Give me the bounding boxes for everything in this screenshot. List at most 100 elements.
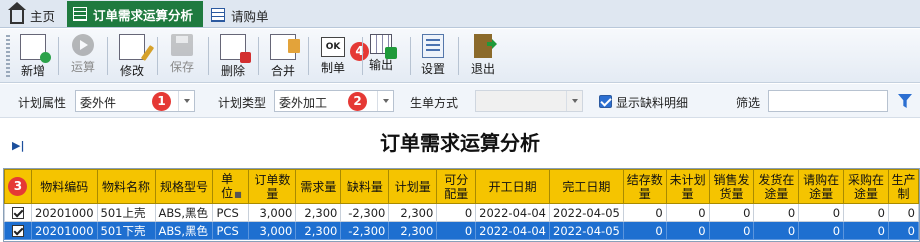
table-row-selected[interactable]: 20201000 501下壳 ABS,黑色 PCS 3,000 2,300 -2… <box>4 221 919 240</box>
plan-attr-value: 委外件 <box>80 96 117 110</box>
table-cell[interactable]: 0 <box>665 203 710 222</box>
table-row[interactable]: 20201000 501上壳 ABS,黑色 PCS 3,000 2,300 -2… <box>4 203 919 222</box>
column-header[interactable]: 物料名称 <box>96 169 156 204</box>
table-cell[interactable]: 20201000 <box>30 221 98 240</box>
settings-button[interactable]: 设置 <box>410 32 456 80</box>
table-cell[interactable]: PCS <box>212 203 250 222</box>
column-header[interactable]: 生产制 <box>887 169 919 204</box>
edit-button[interactable]: 修改 <box>109 32 155 80</box>
column-header[interactable]: 开工日期 <box>475 169 550 204</box>
row-checkbox-cell[interactable] <box>4 203 32 222</box>
tab-label: 请购单 <box>231 8 269 24</box>
toolbar-separator <box>208 37 209 75</box>
table-cell[interactable]: 0 <box>753 203 800 222</box>
table-cell[interactable]: 0 <box>622 203 667 222</box>
toolbar-separator <box>107 37 108 75</box>
table-cell[interactable]: 0 <box>436 221 477 240</box>
filter-bar: 计划属性 委外件 1 计划类型 委外加工 2 生单方式 显示缺料明细 筛选 <box>0 84 920 118</box>
plan-attr-select[interactable]: 委外件 <box>75 90 195 112</box>
plan-type-label: 计划类型 <box>218 96 267 110</box>
table-cell[interactable]: 0 <box>436 203 477 222</box>
table-cell[interactable]: 0 <box>798 203 845 222</box>
exit-button[interactable]: 退出 <box>460 32 506 80</box>
column-header[interactable]: 发货在途量 <box>753 169 800 204</box>
plan-type-select[interactable]: 委外加工 <box>274 90 394 112</box>
grid-header-row: 3 物料编码 物料名称 规格型号 单位■ 订单数量 需求量 缺料量 计划量 可分… <box>4 169 919 204</box>
step-badge-1: 1 <box>152 92 171 111</box>
table-cell[interactable]: 501下壳 <box>96 221 156 240</box>
export-button[interactable]: 输出 <box>358 32 404 80</box>
save-button[interactable]: 保存 <box>159 32 205 80</box>
column-header[interactable]: 订单数量 <box>248 169 297 204</box>
edit-button-label: 修改 <box>119 64 144 78</box>
chevron-down-icon[interactable] <box>566 91 582 111</box>
delete-button[interactable]: 删除 <box>210 32 256 80</box>
edit-icon <box>119 34 155 61</box>
column-header[interactable]: 采购在途量 <box>843 169 889 204</box>
table-cell[interactable]: 0 <box>843 203 889 222</box>
show-shortage-label: 显示缺料明细 <box>616 96 689 110</box>
column-header[interactable]: 未计划量 <box>665 169 710 204</box>
table-cell[interactable]: -2,300 <box>340 221 390 240</box>
filter-label: 筛选 <box>736 96 761 110</box>
table-cell[interactable]: 2022-04-04 <box>475 221 550 240</box>
column-header[interactable]: 需求量 <box>295 169 342 204</box>
column-header[interactable]: 完工日期 <box>549 169 624 204</box>
table-cell[interactable]: ABS,黑色 <box>154 203 214 222</box>
table-cell[interactable]: 0 <box>843 221 889 240</box>
unit-header-label: 单位 <box>221 171 234 200</box>
table-cell[interactable]: 20201000 <box>30 203 98 222</box>
run-button[interactable]: 运算 <box>60 32 106 80</box>
tab-home[interactable]: 主页 <box>4 2 65 27</box>
table-cell[interactable]: 2,300 <box>295 203 342 222</box>
column-header[interactable]: 请购在途量 <box>798 169 845 204</box>
merge-icon <box>270 34 300 60</box>
table-cell[interactable]: 0 <box>753 221 800 240</box>
column-header[interactable]: 规格型号 <box>154 169 214 204</box>
show-shortage-checkbox[interactable] <box>599 95 612 108</box>
row-checkbox-cell[interactable] <box>4 221 32 240</box>
tab-order-demand-analysis[interactable]: 订单需求运算分析 <box>67 1 204 27</box>
save-button-label: 保存 <box>169 60 194 74</box>
table-cell[interactable]: ABS,黑色 <box>154 221 214 240</box>
table-cell[interactable]: 2022-04-05 <box>549 221 624 240</box>
column-header[interactable]: 销售发货量 <box>708 169 755 204</box>
filter-input[interactable] <box>768 90 888 112</box>
table-cell[interactable]: 2,300 <box>388 221 438 240</box>
column-header[interactable]: 物料编码 <box>30 169 98 204</box>
chevron-down-icon[interactable] <box>178 91 194 111</box>
table-cell[interactable]: 0 <box>798 221 845 240</box>
table-cell[interactable]: 501上壳 <box>96 203 156 222</box>
gen-mode-select[interactable] <box>475 90 583 112</box>
table-cell[interactable]: 0 <box>708 203 755 222</box>
table-cell[interactable]: -2,300 <box>340 203 390 222</box>
chevron-down-icon[interactable] <box>377 91 393 111</box>
new-button[interactable]: 新增 <box>10 32 56 80</box>
data-grid[interactable]: 3 物料编码 物料名称 规格型号 单位■ 订单数量 需求量 缺料量 计划量 可分… <box>3 168 920 242</box>
table-cell[interactable]: PCS <box>212 221 250 240</box>
filter-funnel-icon[interactable] <box>898 94 912 108</box>
export-icon <box>370 34 397 59</box>
column-header[interactable]: 结存数量 <box>622 169 667 204</box>
table-cell[interactable]: 2022-04-04 <box>475 203 550 222</box>
column-header[interactable]: 可分配量 <box>436 169 477 204</box>
table-cell[interactable]: 0 <box>708 221 755 240</box>
table-cell[interactable]: 3,000 <box>248 203 297 222</box>
column-header[interactable]: 计划量 <box>388 169 438 204</box>
row-checkbox[interactable] <box>11 225 24 237</box>
create-order-button[interactable]: OK 制单 <box>310 32 356 80</box>
column-header[interactable]: 单位■ <box>212 169 250 204</box>
table-cell[interactable]: 2022-04-05 <box>549 203 624 222</box>
table-cell[interactable]: 0 <box>887 203 919 222</box>
table-cell[interactable]: 0 <box>665 221 710 240</box>
merge-button[interactable]: 合并 <box>260 32 306 80</box>
merge-button-label: 合并 <box>270 64 295 78</box>
column-header[interactable]: 缺料量 <box>340 169 390 204</box>
table-cell[interactable]: 3,000 <box>248 221 297 240</box>
table-cell[interactable]: 0 <box>887 221 919 240</box>
table-cell[interactable]: 2,300 <box>295 221 342 240</box>
table-cell[interactable]: 2,300 <box>388 203 438 222</box>
row-checkbox[interactable] <box>11 207 24 219</box>
table-cell[interactable]: 0 <box>622 221 667 240</box>
tab-purchase-request[interactable]: 请购单 <box>205 3 279 27</box>
